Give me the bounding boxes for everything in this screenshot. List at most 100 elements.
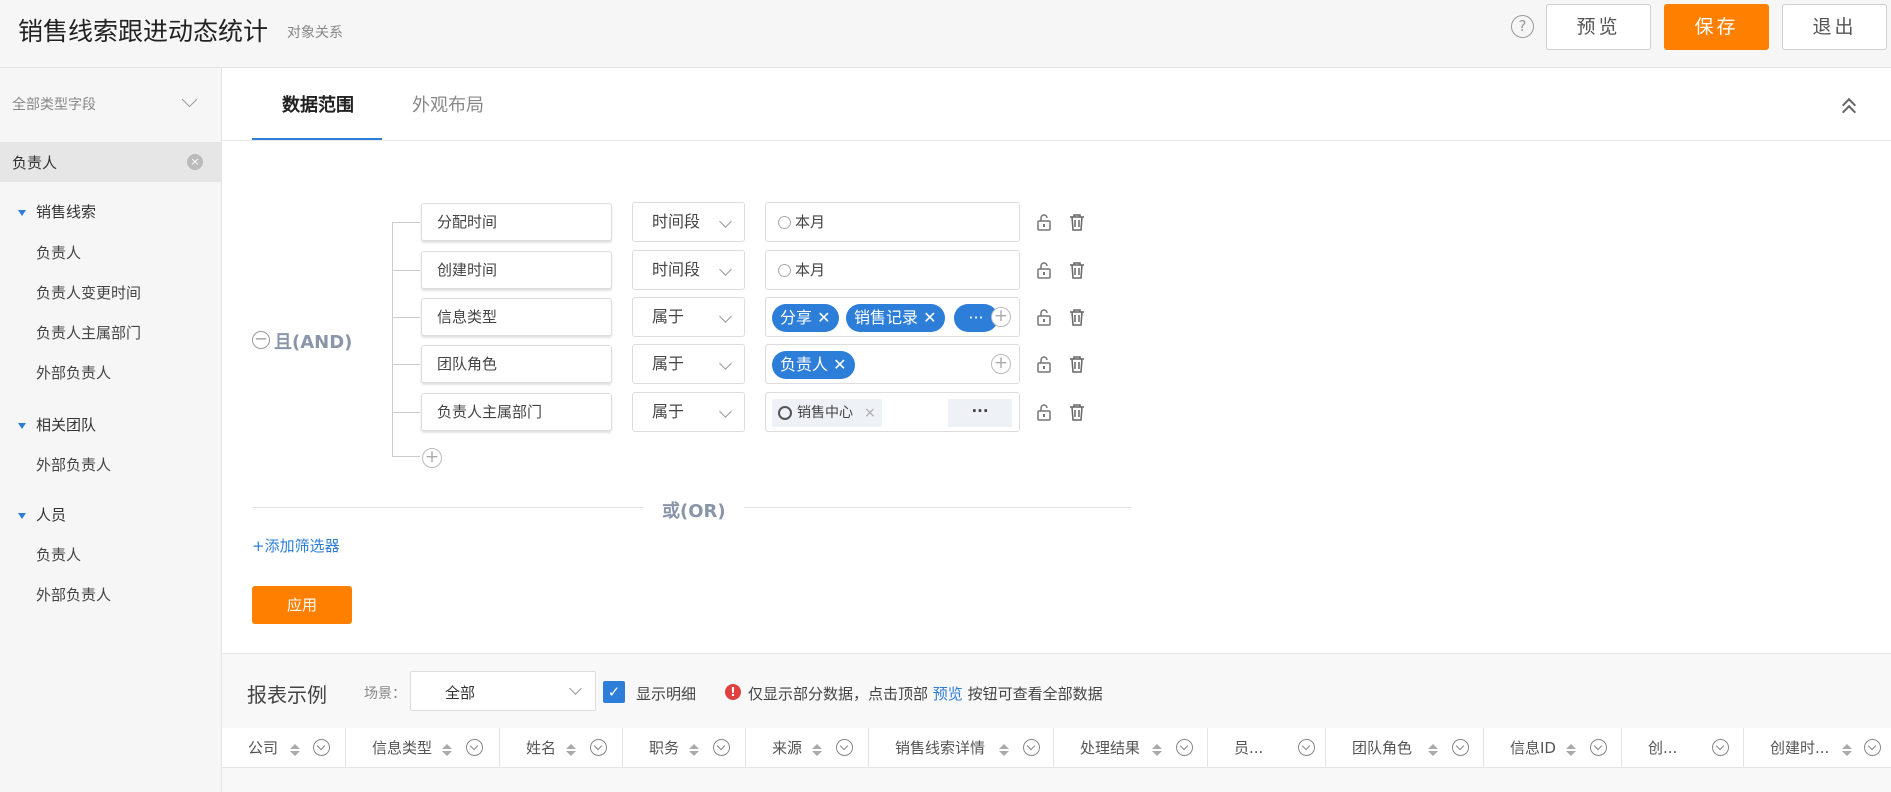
- filter-field[interactable]: 负责人主属部门: [421, 393, 612, 431]
- filter-operator[interactable]: 时间段: [632, 202, 745, 242]
- sort-icon[interactable]: [1842, 744, 1852, 756]
- chevron-down-icon[interactable]: [836, 739, 853, 756]
- search-input[interactable]: 负责人: [12, 152, 57, 173]
- sort-icon[interactable]: [566, 744, 576, 756]
- add-value-icon[interactable]: +: [991, 354, 1011, 374]
- show-detail-checkbox[interactable]: ✓: [603, 681, 625, 703]
- value-chip[interactable]: 分享 ✕: [772, 304, 839, 332]
- value-chip[interactable]: 销售记录 ✕: [846, 304, 945, 332]
- preview-button[interactable]: 预览: [1546, 4, 1651, 50]
- chevron-down-icon[interactable]: [1590, 739, 1607, 756]
- column-header[interactable]: 销售线索详情: [869, 728, 1054, 768]
- filter-value[interactable]: 本月: [765, 250, 1020, 290]
- filter-operator[interactable]: 属于: [632, 392, 745, 432]
- chevron-down-icon[interactable]: [1176, 739, 1193, 756]
- clear-icon[interactable]: ×: [187, 154, 203, 170]
- sidebar-group-people[interactable]: 人员: [18, 504, 66, 525]
- column-header[interactable]: 信息类型: [346, 728, 500, 768]
- unlock-icon[interactable]: [1036, 355, 1052, 373]
- filter-field[interactable]: 信息类型: [421, 298, 612, 336]
- sort-icon[interactable]: [442, 744, 452, 756]
- sidebar-item[interactable]: 负责人: [36, 544, 81, 565]
- apply-button[interactable]: 应用: [252, 586, 352, 624]
- chevron-down-icon[interactable]: [1864, 739, 1881, 756]
- tab-layout[interactable]: 外观布局: [412, 91, 484, 117]
- tree-branch: [392, 364, 420, 365]
- chevron-down-icon[interactable]: [466, 739, 483, 756]
- chevron-down-icon[interactable]: [1023, 739, 1040, 756]
- sort-icon[interactable]: [1566, 744, 1576, 756]
- add-filter-link[interactable]: +添加筛选器: [252, 535, 340, 556]
- filter-field[interactable]: 团队角色: [421, 345, 612, 383]
- chevron-down-icon[interactable]: [1298, 739, 1315, 756]
- column-header[interactable]: 创...: [1622, 728, 1744, 768]
- unlock-icon[interactable]: [1036, 261, 1052, 279]
- column-header[interactable]: 来源: [746, 728, 869, 768]
- trash-icon[interactable]: [1068, 308, 1086, 326]
- filter-value[interactable]: 销售中心 × ···: [765, 392, 1020, 432]
- chevron-down-icon[interactable]: [313, 739, 330, 756]
- filter-value[interactable]: 分享 ✕ 销售记录 ✕ ··· +: [765, 297, 1020, 337]
- chevron-down-icon[interactable]: [590, 739, 607, 756]
- preview-link[interactable]: 预览: [933, 685, 963, 703]
- more-button[interactable]: ···: [948, 399, 1012, 427]
- sidebar-item[interactable]: 负责人主属部门: [36, 322, 141, 343]
- unlock-icon[interactable]: [1036, 213, 1052, 231]
- filter-operator[interactable]: 属于: [632, 297, 745, 337]
- sort-icon[interactable]: [1152, 744, 1162, 756]
- tree-branch: [392, 317, 420, 318]
- page-title: 销售线索跟进动态统计: [18, 17, 269, 46]
- column-header[interactable]: 公司: [222, 728, 346, 768]
- chevron-down-icon[interactable]: [1712, 739, 1729, 756]
- column-header[interactable]: 姓名: [500, 728, 623, 768]
- sidebar-group-sales-leads[interactable]: 销售线索: [18, 201, 96, 222]
- help-icon[interactable]: ?: [1511, 15, 1534, 38]
- unlock-icon[interactable]: [1036, 403, 1052, 421]
- filter-operator[interactable]: 时间段: [632, 250, 745, 290]
- remove-icon[interactable]: ×: [864, 394, 876, 432]
- collapse-icon[interactable]: [1841, 96, 1857, 120]
- chevron-down-icon[interactable]: [1452, 739, 1469, 756]
- unlock-icon[interactable]: [1036, 308, 1052, 326]
- filter-value[interactable]: 本月: [765, 202, 1020, 242]
- value-chip[interactable]: 负责人 ✕: [772, 351, 855, 379]
- page-subtitle: 对象关系: [287, 25, 343, 41]
- trash-icon[interactable]: [1068, 213, 1086, 231]
- filter-operator[interactable]: 属于: [632, 344, 745, 384]
- sidebar-item[interactable]: 负责人: [36, 242, 81, 263]
- save-button[interactable]: 保存: [1664, 4, 1769, 50]
- column-header[interactable]: 处理结果: [1054, 728, 1208, 768]
- sidebar-item[interactable]: 负责人变更时间: [36, 282, 141, 303]
- column-header[interactable]: 信息ID: [1484, 728, 1622, 768]
- scene-select[interactable]: 全部: [410, 671, 596, 711]
- sort-icon[interactable]: [1428, 744, 1438, 756]
- column-header[interactable]: 员...: [1208, 728, 1326, 768]
- sidebar-group-team[interactable]: 相关团队: [18, 414, 96, 435]
- sidebar-item[interactable]: 外部负责人: [36, 454, 111, 475]
- sort-icon[interactable]: [999, 744, 1009, 756]
- exit-button[interactable]: 退出: [1782, 4, 1887, 50]
- field-type-select[interactable]: 全部类型字段: [12, 94, 96, 114]
- sidebar-item[interactable]: 外部负责人: [36, 362, 111, 383]
- column-header[interactable]: 职务: [623, 728, 746, 768]
- trash-icon[interactable]: [1068, 355, 1086, 373]
- field-search[interactable]: 负责人 ×: [0, 142, 222, 182]
- sidebar-item[interactable]: 外部负责人: [36, 584, 111, 605]
- trash-icon[interactable]: [1068, 403, 1086, 421]
- dept-tag[interactable]: 销售中心 ×: [772, 399, 882, 427]
- add-value-icon[interactable]: +: [991, 307, 1011, 327]
- sort-icon[interactable]: [689, 744, 699, 756]
- add-condition-icon[interactable]: +: [422, 448, 442, 468]
- column-header[interactable]: 团队角色: [1326, 728, 1484, 768]
- tab-data-range[interactable]: 数据范围: [282, 91, 354, 117]
- sort-icon[interactable]: [290, 744, 300, 756]
- trash-icon[interactable]: [1068, 261, 1086, 279]
- chevron-down-icon[interactable]: [713, 739, 730, 756]
- filter-field[interactable]: 分配时间: [421, 203, 612, 241]
- collapse-group-icon[interactable]: −: [252, 331, 270, 349]
- column-header[interactable]: 创建时...: [1744, 728, 1891, 768]
- chevron-down-icon[interactable]: [181, 91, 198, 108]
- sort-icon[interactable]: [812, 744, 822, 756]
- filter-field[interactable]: 创建时间: [421, 251, 612, 289]
- filter-value[interactable]: 负责人 ✕ +: [765, 344, 1020, 384]
